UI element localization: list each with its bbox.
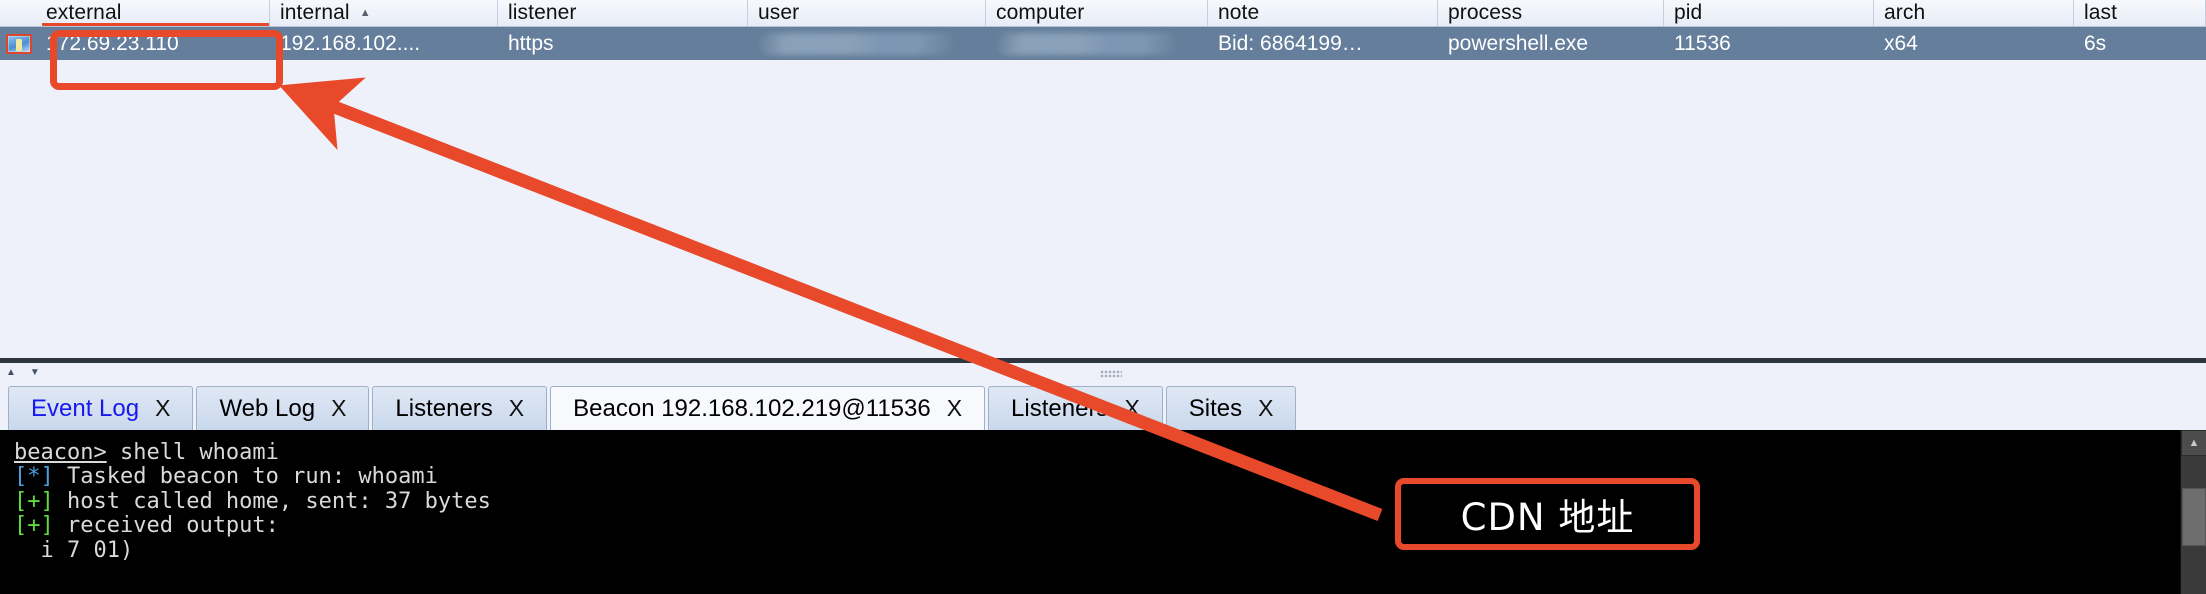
collapse-down-icon[interactable]: ▼: [30, 368, 40, 378]
beacons-table-body: 172.69.23.110 192.168.102.... https ███████…: [0, 27, 2206, 60]
beacons-table-panel: external internal ▲ listener user computer not…: [0, 0, 2206, 358]
table-header-icon-col: [0, 0, 36, 26]
cell-listener: https: [498, 27, 748, 60]
beacons-table-header: external internal ▲ listener user computer not…: [0, 0, 2206, 27]
console-line-prefix: [+]: [14, 489, 54, 514]
cell-value: https: [508, 32, 554, 56]
splitter-collapse-controls[interactable]: ▲ ▼: [6, 368, 40, 378]
cell-value: 6s: [2084, 32, 2106, 56]
close-icon[interactable]: X: [331, 395, 346, 422]
table-header-label: last: [2084, 1, 2117, 25]
cobalt-strike-window: external internal ▲ listener user computer not…: [0, 0, 2206, 594]
cell-note: Bid: 6864199…: [1208, 27, 1438, 60]
table-header-external[interactable]: external: [36, 0, 270, 26]
table-header-pid[interactable]: pid: [1664, 0, 1874, 26]
table-header-last[interactable]: last: [2074, 0, 2206, 26]
collapse-up-icon[interactable]: ▲: [6, 368, 16, 378]
console-line-text: received output:: [54, 513, 279, 538]
console-line-prefix: beacon>: [14, 440, 107, 465]
console-output: beacon> shell whoami[*] Tasked beacon to…: [0, 430, 2150, 563]
cell-process: powershell.exe: [1438, 27, 1664, 60]
host-monitor-icon: [0, 27, 36, 60]
console-line: [*] Tasked beacon to run: whoami: [14, 465, 2150, 490]
drag-grip-icon[interactable]: [1100, 370, 1122, 378]
console-line-text: Tasked beacon to run: whoami: [54, 464, 438, 489]
console-line: [+] received output:: [14, 514, 2150, 539]
console-line: [+] host called home, sent: 37 bytes: [14, 490, 2150, 515]
console-clipped-line: [14, 430, 2150, 441]
table-header-internal[interactable]: internal ▲: [270, 0, 498, 26]
scrollbar-thumb[interactable]: [2182, 488, 2206, 546]
table-header-listener[interactable]: listener: [498, 0, 748, 26]
console-scrollbar[interactable]: ▲: [2180, 430, 2206, 594]
cell-computer: ████████: [986, 27, 1208, 60]
cell-internal: 192.168.102....: [270, 27, 498, 60]
tab-sites[interactable]: Sites X: [1166, 386, 1297, 430]
cell-arch: x64: [1874, 27, 2074, 60]
console-line-prefix: [+]: [14, 513, 54, 538]
table-header-label: listener: [508, 1, 577, 25]
table-header-label: computer: [996, 1, 1084, 25]
console-line-prefix: [*]: [14, 464, 54, 489]
cell-user: ████████: [748, 27, 986, 60]
table-row[interactable]: 172.69.23.110 192.168.102.... https ███████…: [0, 27, 2206, 60]
cell-pid: 11536: [1664, 27, 1874, 60]
beacon-console[interactable]: beacon> shell whoami[*] Tasked beacon to…: [0, 430, 2206, 594]
cell-value: x64: [1884, 32, 1918, 56]
close-icon[interactable]: X: [1124, 395, 1139, 422]
table-header-label: external: [46, 1, 122, 25]
close-icon[interactable]: X: [155, 395, 170, 422]
tab-label: Web Log: [219, 395, 315, 423]
tab-label: Listeners: [1011, 395, 1108, 423]
console-tab-bar: Event LogXWeb LogXListenersXBeacon 192.1…: [0, 380, 2206, 430]
tab-beacon-192-168-102-219-11536[interactable]: Beacon 192.168.102.219@11536 X: [550, 386, 985, 430]
cell-value: powershell.exe: [1448, 32, 1588, 56]
close-icon[interactable]: X: [1258, 395, 1273, 422]
tab-event-log[interactable]: Event Log X: [8, 386, 193, 430]
console-line-text: shell whoami: [107, 440, 279, 465]
tab-listeners[interactable]: Listeners X: [988, 386, 1163, 430]
cell-value: 11536: [1674, 32, 1731, 56]
table-header-computer[interactable]: computer: [986, 0, 1208, 26]
table-header-process[interactable]: process: [1438, 0, 1664, 26]
table-header-note[interactable]: note: [1208, 0, 1438, 26]
tab-listeners[interactable]: Listeners X: [372, 386, 547, 430]
tab-label: Beacon 192.168.102.219@11536: [573, 395, 931, 423]
table-header-label: user: [758, 1, 799, 25]
panel-splitter[interactable]: ▲ ▼: [0, 358, 2206, 380]
tab-label: Event Log: [31, 395, 139, 423]
cell-last: 6s: [2074, 27, 2206, 60]
console-line-partial: i 7 01): [14, 539, 2150, 564]
table-header-label: note: [1218, 1, 1259, 25]
console-line: beacon> shell whoami: [14, 441, 2150, 466]
console-line-text: host called home, sent: 37 bytes: [54, 489, 491, 514]
cell-value: Bid: 6864199…: [1218, 32, 1363, 56]
table-header-label: pid: [1674, 1, 1702, 25]
redacted-value: ████████: [758, 33, 956, 55]
cell-external: 172.69.23.110: [36, 27, 270, 60]
table-header-label: process: [1448, 1, 1522, 25]
close-icon[interactable]: X: [509, 395, 524, 422]
scroll-up-icon[interactable]: ▲: [2181, 430, 2206, 456]
cell-value: 172.69.23.110: [46, 32, 179, 56]
redacted-value: ████████: [996, 33, 1178, 55]
table-header-arch[interactable]: arch: [1874, 0, 2074, 26]
table-header-user[interactable]: user: [748, 0, 986, 26]
cell-value: 192.168.102....: [280, 32, 420, 56]
tab-label: Sites: [1189, 395, 1242, 423]
table-empty-area: [0, 60, 2206, 350]
table-header-label: internal: [280, 1, 350, 25]
tab-web-log[interactable]: Web Log X: [196, 386, 369, 430]
sort-ascending-icon[interactable]: ▲: [360, 8, 371, 19]
tab-label: Listeners: [395, 395, 492, 423]
close-icon[interactable]: X: [947, 395, 962, 422]
table-header-label: arch: [1884, 1, 1925, 25]
